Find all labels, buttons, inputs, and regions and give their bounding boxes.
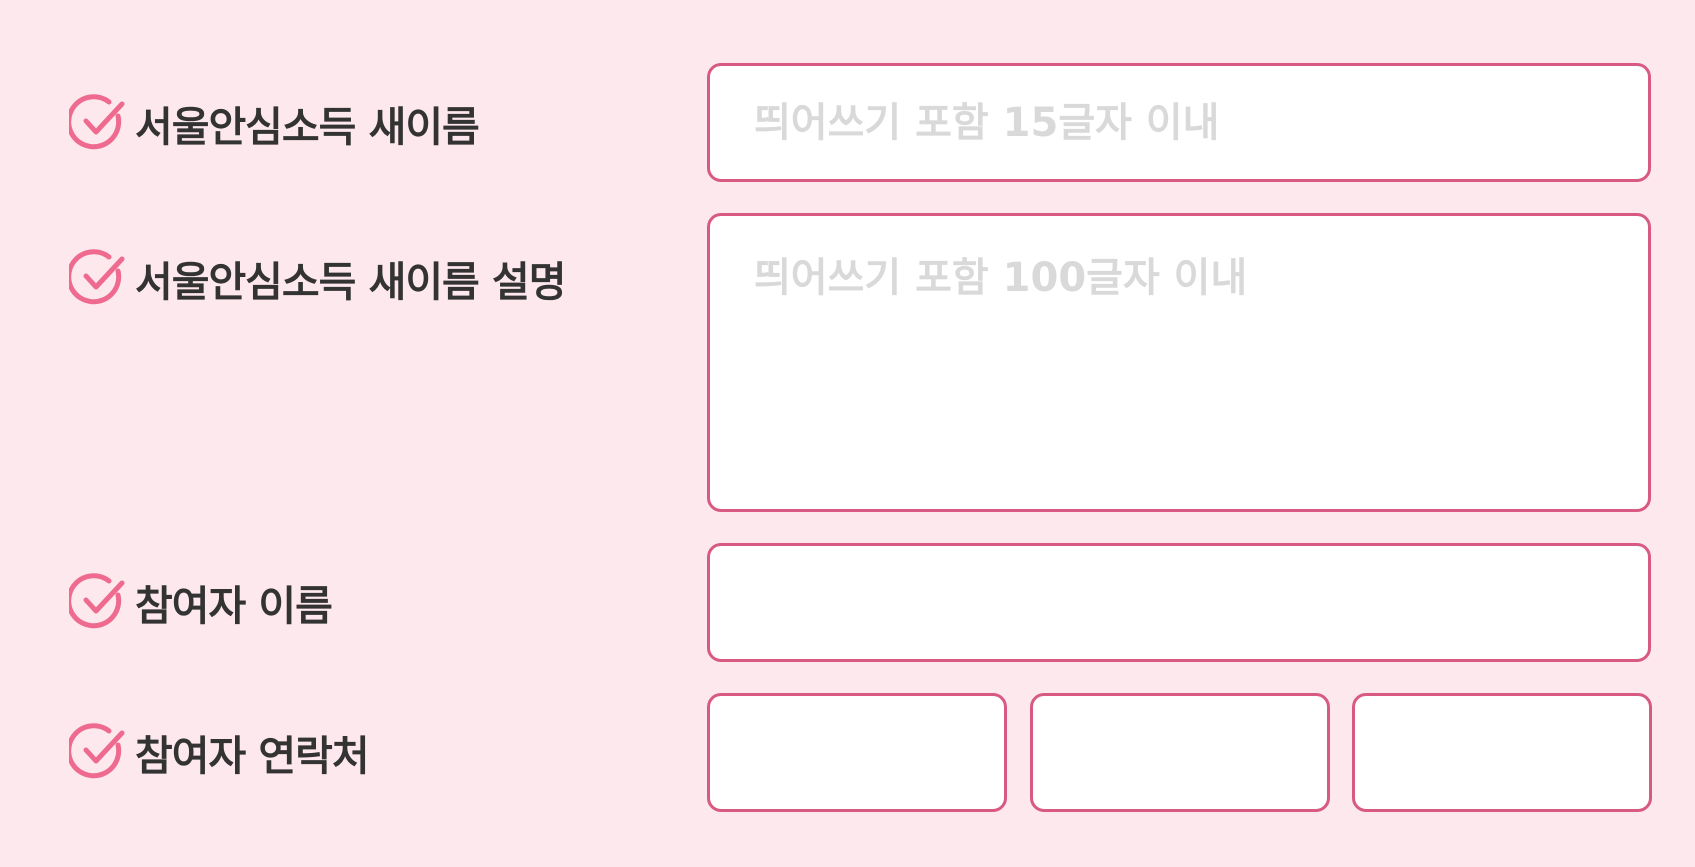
check-circle-icon [69,94,127,152]
participant-name-input[interactable] [707,543,1651,662]
participant-name-label: 참여자 이름 [135,582,333,630]
description-label-group: 서울안심소득 새이름 설명 [69,249,566,307]
check-circle-icon [69,723,127,781]
participant-contact-label: 참여자 연락처 [135,732,370,780]
new-name-label: 서울안심소득 새이름 [135,103,480,151]
contact-part-2-input[interactable] [1030,693,1330,812]
participant-name-label-group: 참여자 이름 [69,573,333,631]
contact-part-1-input[interactable] [707,693,1007,812]
description-label: 서울안심소득 새이름 설명 [135,258,566,306]
description-textarea[interactable] [707,213,1651,512]
participant-contact-label-group: 참여자 연락처 [69,723,370,781]
check-circle-icon [69,573,127,631]
contact-part-3-input[interactable] [1352,693,1652,812]
new-name-label-group: 서울안심소득 새이름 [69,94,480,152]
check-circle-icon [69,249,127,307]
new-name-input[interactable] [707,63,1651,182]
